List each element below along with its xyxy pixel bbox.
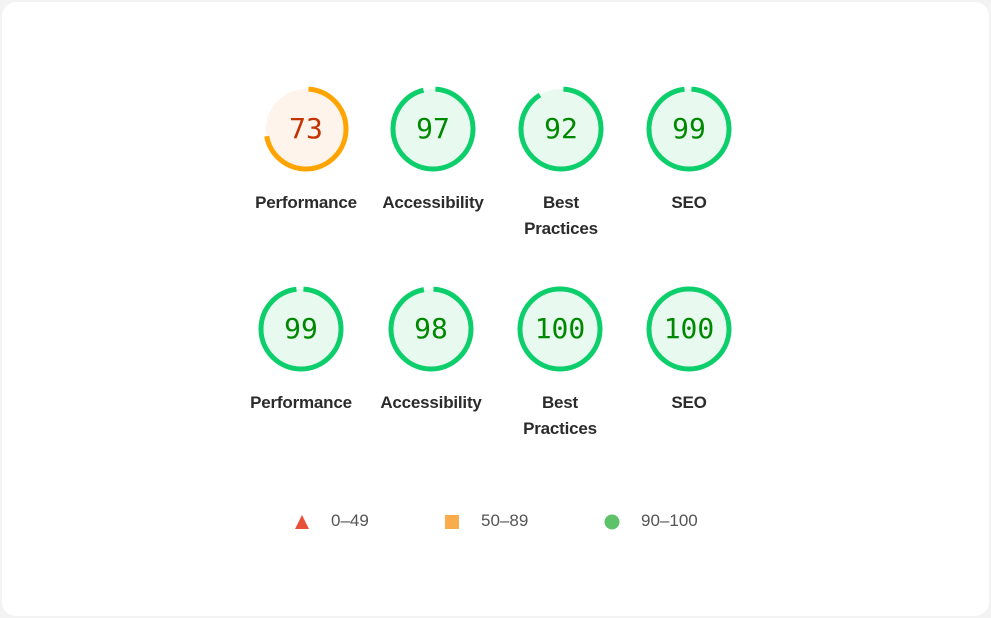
- gauge-label: SEO: [671, 193, 707, 212]
- gauge-label: Accessibility: [382, 193, 484, 212]
- circle-icon: [604, 514, 620, 530]
- gauge-label: SEO: [671, 393, 707, 412]
- square-icon: [445, 515, 459, 529]
- gauge-label: Performance: [255, 193, 357, 212]
- gauge-score: 100: [534, 312, 586, 345]
- gauge-score: 99: [284, 312, 318, 345]
- gauge-label: Performance: [250, 393, 352, 412]
- score-gauge-accessibility[interactable]: 98 Accessibility: [366, 285, 496, 416]
- gauge-label: Best Practices: [524, 193, 598, 238]
- gauge-label: Best Practices: [523, 393, 597, 438]
- score-gauge-accessibility[interactable]: 97 Accessibility: [368, 85, 498, 216]
- gauge-score: 97: [416, 112, 450, 145]
- gauge-score: 98: [414, 312, 448, 345]
- legend-item-pass: 90–100: [604, 510, 714, 532]
- score-gauge-seo[interactable]: 99 SEO: [624, 85, 754, 216]
- score-gauge-best-practices[interactable]: 100 Best Practices: [495, 285, 625, 442]
- score-gauge-best-practices[interactable]: 92 Best Practices: [496, 85, 626, 242]
- score-gauge-performance[interactable]: 99 Performance: [236, 285, 366, 416]
- legend-label: 50–89: [481, 511, 529, 530]
- gauge-score: 73: [289, 112, 323, 145]
- legend-label: 0–49: [331, 511, 369, 530]
- triangle-icon: [295, 515, 309, 529]
- lighthouse-scores-card: 73 Performance 97 Accessibility 92 Best Pract…: [2, 2, 989, 616]
- score-gauge-performance[interactable]: 73 Performance: [241, 85, 371, 216]
- legend-item-average: 50–89: [444, 510, 544, 532]
- gauge-score: 99: [672, 112, 706, 145]
- legend-label: 90–100: [641, 511, 698, 530]
- gauge-score: 100: [663, 312, 715, 345]
- legend-item-fail: 0–49: [294, 510, 384, 532]
- gauge-label: Accessibility: [380, 393, 482, 412]
- score-gauge-seo[interactable]: 100 SEO: [624, 285, 754, 416]
- gauge-score: 92: [544, 112, 578, 145]
